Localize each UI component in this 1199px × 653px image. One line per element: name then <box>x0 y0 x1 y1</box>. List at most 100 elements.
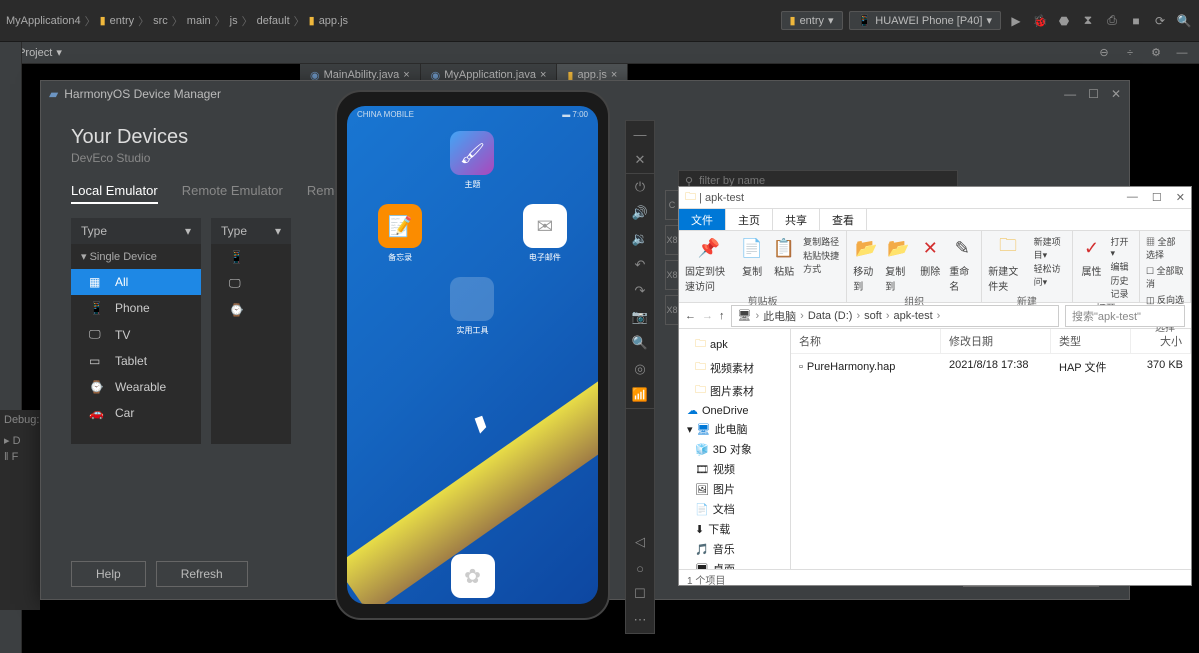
attach-icon[interactable]: ⎙ <box>1103 12 1121 30</box>
sync-icon[interactable]: ⟳ <box>1151 12 1169 30</box>
exp-close-icon[interactable]: ✕ <box>1176 191 1185 204</box>
ribbon-copy[interactable]: 📄复制 <box>739 235 765 293</box>
ribbon-edit[interactable]: 编辑 <box>1111 260 1133 273</box>
col-date[interactable]: 修改日期 <box>941 329 1051 353</box>
explorer-search[interactable]: 搜索"apk-test" <box>1065 305 1185 327</box>
exp-tab-file[interactable]: 文件 <box>679 209 726 230</box>
ribbon-open[interactable]: 打开▾ <box>1111 235 1133 259</box>
dm-item-tv[interactable]: 🖵TV <box>71 321 201 348</box>
exp-tab-share[interactable]: 共享 <box>773 209 820 230</box>
file-row[interactable]: ▫PureHarmony.hap 2021/8/18 17:38 HAP 文件 … <box>791 354 1191 380</box>
dm-dev-tv[interactable]: 🖵 <box>211 270 291 297</box>
dm-dev-watch[interactable]: ⌚ <box>211 297 291 323</box>
emu-rotate-left-icon[interactable]: ↶ <box>626 252 654 278</box>
bc-entry[interactable]: ▮entry <box>100 14 135 27</box>
ribbon-properties[interactable]: ✓属性 <box>1079 235 1105 300</box>
run-icon[interactable]: ▶ <box>1007 12 1025 30</box>
ribbon-selectnone[interactable]: ☐ 全部取消 <box>1146 264 1184 290</box>
tree-imgsrc[interactable]: 🗀图片素材 <box>681 379 788 402</box>
emu-back-icon[interactable]: ◁ <box>626 529 654 555</box>
marker-x3[interactable]: X8 <box>665 295 679 325</box>
dm-group-single[interactable]: ▾ Single Device <box>71 244 201 269</box>
col-name[interactable]: 名称 <box>791 329 941 353</box>
tree-pc[interactable]: ▾ 🖥此电脑 <box>681 419 788 439</box>
dm-item-phone[interactable]: 📱Phone <box>71 295 201 321</box>
tree-apk[interactable]: 🗀apk <box>681 333 788 356</box>
emu-zoom-icon[interactable]: 🔍 <box>626 330 654 356</box>
emu-location-icon[interactable]: ◎ <box>626 356 654 382</box>
ribbon-history[interactable]: 历史记录 <box>1111 274 1133 300</box>
ribbon-paste-shortcut[interactable]: 粘贴快捷方式 <box>803 249 840 275</box>
maximize-icon[interactable]: ☐ <box>1088 87 1099 101</box>
phone-emulator[interactable]: CHINA MOBILE ▬ 7:00 🖌 主题 📝 备忘录 ✉ 电子邮件 实用 <box>335 90 610 620</box>
bc-project[interactable]: MyApplication4 <box>6 15 81 27</box>
dm-item-all[interactable]: ▦All <box>71 269 201 295</box>
app-theme[interactable]: 🖌 主题 <box>439 131 505 190</box>
marker-c[interactable]: C <box>665 190 679 220</box>
stop-icon[interactable]: ■ <box>1127 12 1145 30</box>
marker-x2[interactable]: X8 <box>665 260 679 290</box>
dm-tab-local[interactable]: Local Emulator <box>71 183 158 204</box>
coverage-icon[interactable]: ⬣ <box>1055 12 1073 30</box>
ribbon-paste[interactable]: 📋粘贴 <box>771 235 797 293</box>
ribbon-copy-path[interactable]: 复制路径 <box>803 235 840 248</box>
app-email[interactable]: ✉ 电子邮件 <box>512 204 578 263</box>
device-selector[interactable]: 📱HUAWEI Phone [P40]▾ <box>849 11 1001 30</box>
close-icon[interactable]: ✕ <box>1111 87 1121 101</box>
exp-minimize-icon[interactable]: — <box>1127 191 1138 204</box>
marker-x1[interactable]: X8 <box>665 225 679 255</box>
bc-js[interactable]: js <box>230 15 238 27</box>
address-bar[interactable]: 🖥› 此电脑› Data (D:)› soft› apk-test› <box>731 305 1060 327</box>
emu-home-icon[interactable]: ○ <box>626 555 654 581</box>
ribbon-delete[interactable]: ✕删除 <box>917 235 943 293</box>
app-memo[interactable]: 📝 备忘录 <box>367 204 433 263</box>
emu-more-icon[interactable]: ⋯ <box>626 607 654 633</box>
debug-icon[interactable]: 🐞 <box>1031 12 1049 30</box>
search-icon[interactable]: 🔍 <box>1175 12 1193 30</box>
debug-label[interactable]: Debug: <box>4 414 36 426</box>
emu-close-icon[interactable]: ✕ <box>626 147 654 173</box>
exp-tab-view[interactable]: 查看 <box>820 209 867 230</box>
emu-volume-down-icon[interactable]: 🔉 <box>626 226 654 252</box>
col-size[interactable]: 大小 <box>1131 329 1191 353</box>
emu-rotate-right-icon[interactable]: ↷ <box>626 278 654 304</box>
minimize-icon[interactable]: — <box>1064 87 1076 101</box>
dm-item-wearable[interactable]: ⌚Wearable <box>71 374 201 400</box>
bc-file[interactable]: ▮app.js <box>309 14 348 27</box>
dm-item-car[interactable]: 🚗Car <box>71 400 201 426</box>
tree-desktop[interactable]: 🖥桌面 <box>681 559 788 569</box>
emu-wifi-icon[interactable]: 📶 <box>626 382 654 408</box>
dm-dev-phone[interactable]: 📱 <box>211 244 291 270</box>
phone-dock[interactable]: ✿ <box>451 554 495 598</box>
ribbon-pin[interactable]: 📌固定到快速访问 <box>685 235 733 293</box>
tree-videosrc[interactable]: 🗀视频素材 <box>681 356 788 379</box>
exp-maximize-icon[interactable]: ☐ <box>1152 191 1162 204</box>
bc-main[interactable]: main <box>187 15 211 27</box>
exp-tab-home[interactable]: 主页 <box>726 209 773 230</box>
app-tools[interactable]: 实用工具 <box>439 277 505 336</box>
col-type[interactable]: 类型 <box>1051 329 1131 353</box>
tree-onedrive[interactable]: ☁OneDrive <box>681 402 788 419</box>
ribbon-rename[interactable]: ✎重命名 <box>949 235 975 293</box>
ribbon-selectall[interactable]: ▦ 全部选择 <box>1146 235 1184 261</box>
dm-tab-remote-emu[interactable]: Remote Emulator <box>182 183 283 204</box>
tree-music[interactable]: 🎵音乐 <box>681 539 788 559</box>
nav-forward-icon[interactable]: → <box>702 310 713 322</box>
emu-recent-icon[interactable]: ☐ <box>626 581 654 607</box>
ribbon-newfolder[interactable]: 🗀新建文件夹 <box>988 235 1027 293</box>
ribbon-newitem[interactable]: 新建项目▾ <box>1034 235 1066 261</box>
dm-item-tablet[interactable]: ▭Tablet <box>71 348 201 374</box>
ribbon-move[interactable]: 📂移动到 <box>853 235 879 293</box>
emu-power-icon[interactable]: ⏻ <box>626 174 654 200</box>
emu-volume-up-icon[interactable]: 🔊 <box>626 200 654 226</box>
bc-src[interactable]: src <box>153 15 168 27</box>
nav-back-icon[interactable]: ← <box>685 310 696 322</box>
nav-up-icon[interactable]: ↑ <box>719 310 725 322</box>
emu-minimize-icon[interactable]: — <box>626 121 654 147</box>
ribbon-copyto[interactable]: 📂复制到 <box>885 235 911 293</box>
bc-default[interactable]: default <box>257 15 290 27</box>
profiler-icon[interactable]: ⧗ <box>1079 12 1097 30</box>
tree-videos[interactable]: 🎞视频 <box>681 459 788 479</box>
refresh-button[interactable]: Refresh <box>156 561 248 587</box>
help-button[interactable]: Help <box>71 561 146 587</box>
